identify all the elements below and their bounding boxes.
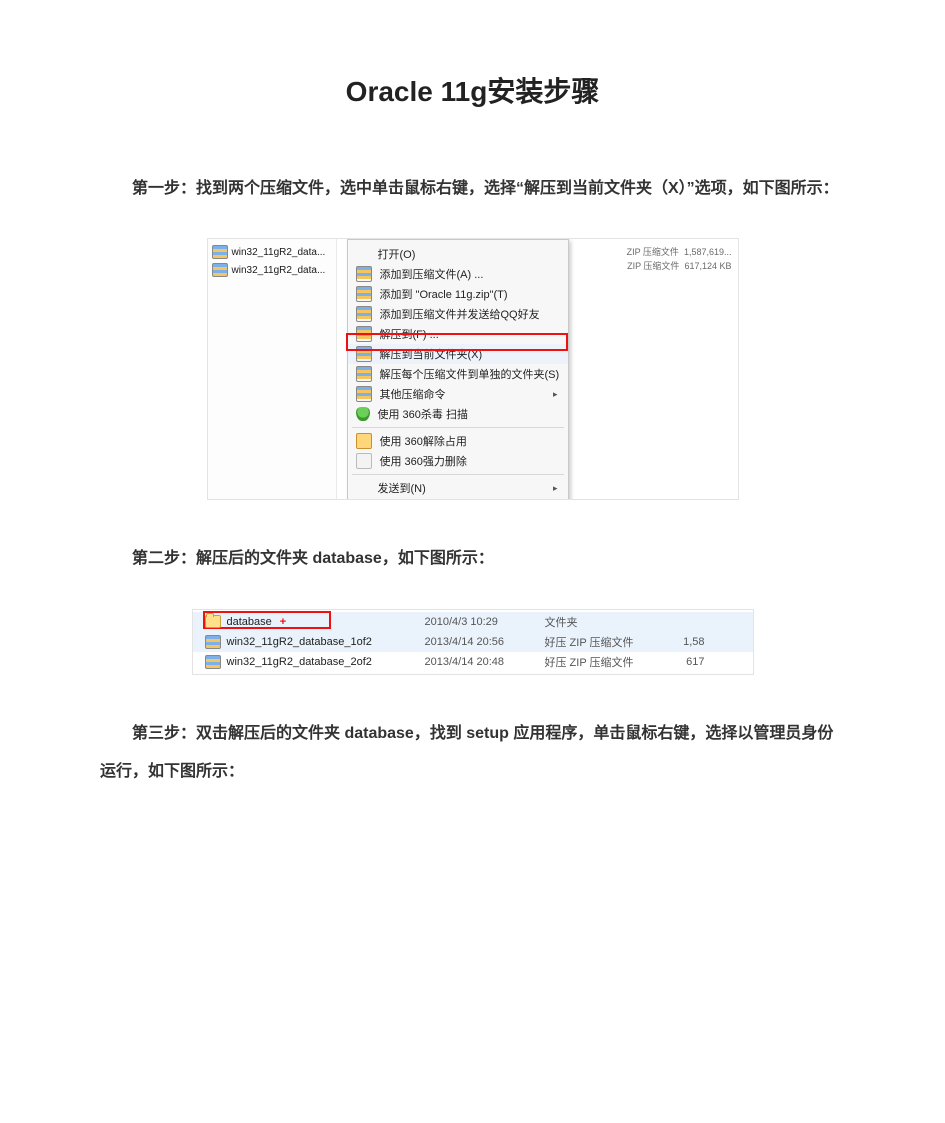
menu-item[interactable]: 添加到 "Oracle 11g.zip"(T) <box>348 284 568 304</box>
menu-item[interactable]: 解压每个压缩文件到单独的文件夹(S) <box>348 364 568 384</box>
menu-label: 其他压缩命令 <box>380 386 446 402</box>
menu-item[interactable]: 使用 360杀毒 扫描 <box>348 404 568 424</box>
file-name: win32_11gR2_data... <box>232 265 326 276</box>
menu-separator <box>352 427 564 428</box>
step2-span: 第二步：解压后的文件夹 database，如下图所示： <box>132 550 494 567</box>
arch-icon <box>356 326 372 342</box>
archive-icon <box>212 263 228 277</box>
menu-item[interactable]: 添加到压缩文件并发送给QQ好友 <box>348 304 568 324</box>
menu-label: 添加到 "Oracle 11g.zip"(T) <box>380 286 508 302</box>
menu-label: 使用 360杀毒 扫描 <box>378 406 468 422</box>
file-row: win32_11gR2_data... <box>212 263 332 277</box>
page-title: Oracle 11g安装步骤 <box>100 70 845 110</box>
arch-icon <box>356 386 372 402</box>
menu-label: 添加到压缩文件(A) ... <box>380 266 484 282</box>
arch-icon <box>356 286 372 302</box>
step1-text: 第一步：找到两个压缩文件，选中单击鼠标右键，选择“解压到当前文件夹（X）”选项，… <box>100 170 845 208</box>
menu-label: 添加到压缩文件并发送给QQ好友 <box>380 306 540 322</box>
menu-label: 打开(O) <box>378 246 416 262</box>
row-date: 2013/4/14 20:48 <box>425 656 535 668</box>
del-icon <box>356 453 372 469</box>
arch-icon <box>356 306 372 322</box>
arch-icon <box>356 346 372 362</box>
row-type: 文件夹 <box>545 614 655 630</box>
step3-span: 第三步：双击解压后的文件夹 database，找到 setup 应用程序，单击鼠… <box>100 725 833 780</box>
step1-span: 第一步：找到两个压缩文件，选中单击鼠标右键，选择“解压到当前文件夹（X）”选项，… <box>132 180 839 197</box>
row-size: 1,58 <box>665 636 705 648</box>
row-date: 2010/4/3 10:29 <box>425 616 535 628</box>
list-row[interactable]: win32_11gR2_database_2of2 2013/4/14 20:48… <box>193 652 753 672</box>
step3-text: 第三步：双击解压后的文件夹 database，找到 setup 应用程序，单击鼠… <box>100 715 845 792</box>
menu-label: 使用 360解除占用 <box>380 433 467 449</box>
screenshot-file-list: database +2010/4/3 10:29 文件夹 win32_11gR2_da… <box>192 609 754 675</box>
folder-icon <box>205 615 221 628</box>
row-type: 好压 ZIP 压缩文件 <box>545 634 655 650</box>
shield-icon <box>356 407 370 421</box>
file-meta: ZIP 压缩文件 617,124 KB <box>627 259 732 273</box>
menu-item[interactable]: 添加到压缩文件(A) ... <box>348 264 568 284</box>
row-date: 2013/4/14 20:56 <box>425 636 535 648</box>
row-name: win32_11gR2_database_2of2 <box>227 656 372 668</box>
lock-icon <box>356 433 372 449</box>
arch-icon <box>205 635 221 649</box>
menu-item[interactable]: 解压到(F) ... <box>348 324 568 344</box>
menu-item[interactable]: 发送到(N) <box>348 478 568 498</box>
arch-icon <box>205 655 221 669</box>
menu-separator <box>352 474 564 475</box>
context-menu: 打开(O) 添加到压缩文件(A) ... 添加到 "Oracle 11g.zip"(… <box>347 239 569 500</box>
menu-item[interactable]: 解压到当前文件夹(X) <box>348 344 568 364</box>
menu-label: 使用 360强力删除 <box>380 453 467 469</box>
list-row[interactable]: database +2010/4/3 10:29 文件夹 <box>193 612 753 632</box>
row-name: database <box>227 616 272 628</box>
file-row: win32_11gR2_data... <box>212 245 332 259</box>
menu-item[interactable]: 使用 360解除占用 <box>348 431 568 451</box>
menu-item[interactable]: 打开(O) <box>348 244 568 264</box>
menu-item[interactable]: 使用 360强力删除 <box>348 451 568 471</box>
mark-icon: + <box>280 616 286 628</box>
list-row[interactable]: win32_11gR2_database_1of2 2013/4/14 20:56… <box>193 632 753 652</box>
menu-label: 发送到(N) <box>378 480 426 496</box>
menu-label: 解压到当前文件夹(X) <box>380 346 483 362</box>
row-size: 617 <box>665 656 705 668</box>
archive-icon <box>212 245 228 259</box>
menu-label: 解压到(F) ... <box>380 326 439 342</box>
menu-label: 解压每个压缩文件到单独的文件夹(S) <box>380 366 560 382</box>
row-type: 好压 ZIP 压缩文件 <box>545 654 655 670</box>
menu-item[interactable]: 其他压缩命令 <box>348 384 568 404</box>
file-meta: ZIP 压缩文件 1,587,619... <box>627 245 732 259</box>
row-name: win32_11gR2_database_1of2 <box>227 636 372 648</box>
file-name: win32_11gR2_data... <box>232 247 326 258</box>
step2-text: 第二步：解压后的文件夹 database，如下图所示： <box>100 540 845 578</box>
screenshot-context-menu: win32_11gR2_data... win32_11gR2_data... Z… <box>207 238 739 500</box>
arch-icon <box>356 266 372 282</box>
arch-icon <box>356 366 372 382</box>
